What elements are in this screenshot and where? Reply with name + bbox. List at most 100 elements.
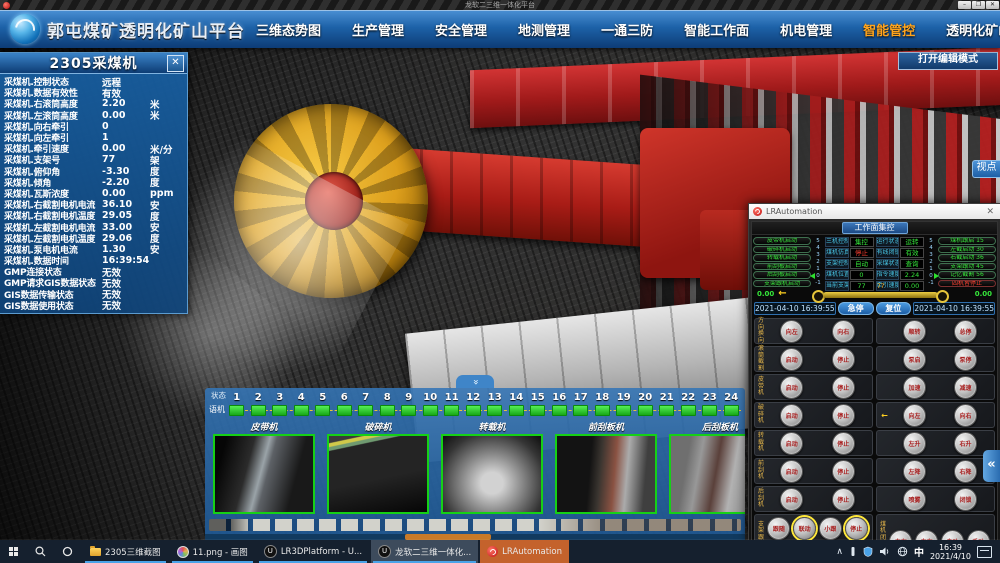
lr-start-button[interactable]: 转载机启动: [753, 254, 811, 262]
lr-start-button[interactable]: 支架跟机启动: [753, 280, 811, 288]
hidden-icons-button[interactable]: ∧: [836, 547, 843, 557]
control-button[interactable]: 小跟: [819, 517, 842, 540]
control-button[interactable]: 停止: [845, 517, 868, 540]
taskbar-item-screenshot-folder[interactable]: 2305三维截图: [83, 540, 168, 563]
notification-center-icon[interactable]: [977, 546, 992, 558]
nav-menu-item[interactable]: 智能工作面: [680, 17, 753, 42]
support-status-cell[interactable]: 16: [549, 391, 571, 419]
support-status-cell[interactable]: 15: [527, 391, 549, 419]
support-status-cell[interactable]: 6: [334, 391, 356, 419]
camera-thumbnail[interactable]: [327, 434, 429, 514]
control-button[interactable]: 顺转: [903, 320, 926, 343]
support-status-cell[interactable]: 2: [248, 391, 270, 419]
support-status-cell[interactable]: 3: [269, 391, 291, 419]
control-button[interactable]: 停止: [832, 460, 855, 483]
lrautomation-titlebar[interactable]: LRAutomation ✕: [749, 204, 1000, 219]
control-button[interactable]: 左升: [903, 432, 926, 455]
control-button[interactable]: 右降: [954, 460, 977, 483]
nav-menu-item[interactable]: 智能管控: [859, 17, 919, 42]
lr-start-button[interactable]: 后刮板启动: [753, 271, 811, 279]
taskbar-item-paint[interactable]: 11.png - 画图: [170, 540, 255, 563]
lr-start-button[interactable]: 皮带机启动: [753, 237, 811, 245]
support-status-cell[interactable]: 11: [441, 391, 463, 419]
nav-menu-item[interactable]: 透明化矿山: [942, 17, 1000, 42]
panel-collapse-button[interactable]: »: [456, 375, 494, 388]
control-button[interactable]: 停止: [832, 432, 855, 455]
control-button[interactable]: 向左: [903, 404, 926, 427]
viewpoint-button[interactable]: 视点: [972, 160, 1000, 178]
shield-icon[interactable]: [863, 546, 873, 557]
taskbar-item-lr3dplatform[interactable]: U LR3DPlatform - U...: [257, 540, 369, 563]
support-status-cell[interactable]: 7: [355, 391, 377, 419]
lr-action-button[interactable]: 煤机跟启 15: [938, 237, 996, 245]
close-icon[interactable]: ✕: [984, 207, 996, 217]
support-status-cell[interactable]: 19: [613, 391, 635, 419]
lr-action-button[interactable]: 左截启动 30: [938, 246, 996, 254]
control-button[interactable]: 启动: [780, 376, 803, 399]
tab-workface-control[interactable]: 工作面集控: [842, 222, 908, 234]
control-button[interactable]: 启动: [780, 460, 803, 483]
support-status-cell[interactable]: 18: [592, 391, 614, 419]
open-edit-mode-button[interactable]: 打开编辑模式: [898, 52, 998, 70]
lr-action-button[interactable]: 右截启动 36: [938, 254, 996, 262]
support-status-cell[interactable]: 13: [484, 391, 506, 419]
usb-icon[interactable]: [849, 546, 857, 557]
collapse-right-panel-button[interactable]: «: [983, 450, 1000, 482]
control-button[interactable]: 启动: [780, 432, 803, 455]
control-button[interactable]: 跟随: [767, 517, 790, 540]
cortana-button[interactable]: [54, 540, 81, 563]
camera-thumbnail[interactable]: [213, 434, 315, 514]
support-status-cell[interactable]: 17: [570, 391, 592, 419]
taskbar-item-longruan-platform[interactable]: U 龙软二三维一体化...: [371, 540, 478, 563]
support-status-cell[interactable]: 12: [463, 391, 485, 419]
support-status-cell[interactable]: 5: [312, 391, 334, 419]
camera-thumbnail[interactable]: [555, 434, 657, 514]
control-button[interactable]: 停止: [832, 488, 855, 511]
control-button[interactable]: 向右: [954, 404, 977, 427]
lr-start-button[interactable]: 破碎机启动: [753, 246, 811, 254]
control-button[interactable]: 总停: [954, 320, 977, 343]
control-button[interactable]: 泵启: [903, 348, 926, 371]
speaker-icon[interactable]: [879, 546, 891, 557]
support-status-cell[interactable]: 10: [420, 391, 442, 419]
support-status-cell[interactable]: 24: [721, 391, 743, 419]
minimize-button[interactable]: –: [958, 1, 971, 9]
camera-thumbnail[interactable]: [669, 434, 745, 514]
reset-button[interactable]: 复位: [876, 302, 912, 315]
control-button[interactable]: 启动: [780, 488, 803, 511]
window-titlebar[interactable]: 龙软二三维一体化平台 – ❐ ✕: [0, 0, 1000, 10]
search-button[interactable]: [27, 540, 54, 563]
control-button[interactable]: 停止: [832, 376, 855, 399]
close-button[interactable]: ✕: [986, 1, 999, 9]
close-icon[interactable]: ✕: [167, 55, 184, 72]
control-button[interactable]: 停止: [832, 348, 855, 371]
lr-action-button[interactable]: 支架跟动 45: [938, 263, 996, 271]
nav-menu-item[interactable]: 生产管理: [348, 17, 408, 42]
support-status-cell[interactable]: 8: [377, 391, 399, 419]
support-status-cell[interactable]: 20: [635, 391, 657, 419]
start-button[interactable]: [0, 540, 27, 563]
nav-menu-item[interactable]: 三维态势图: [252, 17, 325, 42]
support-status-cell[interactable]: 9: [398, 391, 420, 419]
taskbar-item-lrautomation[interactable]: LRAutomation: [480, 540, 569, 563]
control-button[interactable]: 启动: [780, 348, 803, 371]
support-status-cell[interactable]: 21: [656, 391, 678, 419]
nav-menu-item[interactable]: 地测管理: [514, 17, 574, 42]
control-button[interactable]: 加速: [903, 376, 926, 399]
control-button[interactable]: 减速: [954, 376, 977, 399]
nav-menu-item[interactable]: 一通三防: [597, 17, 657, 42]
control-button[interactable]: 启动: [780, 404, 803, 427]
control-button[interactable]: 停止: [832, 404, 855, 427]
support-status-cell[interactable]: 23: [699, 391, 721, 419]
control-button[interactable]: 喷雾: [903, 488, 926, 511]
estop-button[interactable]: 急停: [838, 302, 874, 315]
control-button[interactable]: 右升: [954, 432, 977, 455]
support-status-cell[interactable]: 25: [742, 391, 745, 419]
control-button[interactable]: 闭锁: [954, 488, 977, 511]
lr-start-button[interactable]: 前刮板启动: [753, 263, 811, 271]
lr-action-button[interactable]: 四机皆停止: [938, 280, 996, 288]
network-globe-icon[interactable]: [897, 546, 908, 557]
lr-action-button[interactable]: 记忆截割 56: [938, 271, 996, 279]
support-status-cell[interactable]: 14: [506, 391, 528, 419]
control-button[interactable]: 左降: [903, 460, 926, 483]
